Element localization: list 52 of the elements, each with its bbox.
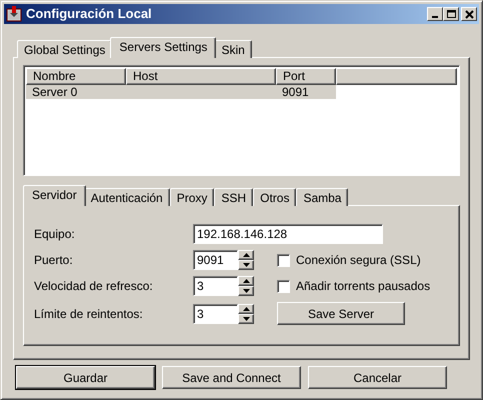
spin-down-button[interactable] bbox=[238, 314, 254, 324]
window-title: Configuración Local bbox=[26, 5, 153, 24]
column-header[interactable]: Host bbox=[126, 68, 276, 85]
field-label: Equipo: bbox=[34, 226, 76, 243]
maximize-icon bbox=[446, 10, 456, 18]
column-header[interactable]: Nombre bbox=[26, 68, 126, 85]
number-field[interactable]: 9091 bbox=[193, 250, 238, 270]
spin-down-button[interactable] bbox=[238, 286, 254, 296]
number-field[interactable]: 3 bbox=[193, 304, 238, 324]
down-arrow-icon bbox=[242, 263, 250, 267]
checkbox-label: Añadir torrents pausados bbox=[296, 278, 430, 295]
minimize-icon bbox=[432, 16, 438, 18]
close-button[interactable] bbox=[461, 7, 477, 21]
dialog-button[interactable]: Guardar bbox=[16, 366, 155, 389]
spin-up-button[interactable] bbox=[238, 250, 254, 260]
up-arrow-icon bbox=[242, 279, 250, 283]
checkbox[interactable] bbox=[277, 280, 290, 292]
checkbox[interactable] bbox=[277, 254, 290, 266]
tab[interactable]: Otros bbox=[253, 188, 296, 206]
tab[interactable]: Autenticación bbox=[84, 188, 170, 206]
app-icon bbox=[6, 6, 22, 22]
close-icon bbox=[464, 10, 474, 18]
field-label: Puerto: bbox=[34, 252, 74, 269]
down-arrow-icon bbox=[242, 289, 250, 293]
down-arrow-icon bbox=[242, 316, 250, 320]
save-server-button[interactable]: Save Server bbox=[277, 302, 405, 325]
spin-up-button[interactable] bbox=[238, 276, 254, 286]
field-label: Velocidad de refresco: bbox=[34, 278, 154, 295]
dialog-button[interactable]: Cancelar bbox=[308, 366, 447, 389]
dialog-button[interactable]: Save and Connect bbox=[162, 366, 301, 389]
spin-up-button[interactable] bbox=[238, 304, 254, 314]
column-header[interactable] bbox=[336, 68, 457, 85]
maximize-button[interactable] bbox=[443, 7, 459, 21]
number-field[interactable]: 3 bbox=[193, 276, 238, 296]
table-cell: 9091 bbox=[276, 85, 336, 99]
tab[interactable]: Samba bbox=[296, 188, 348, 206]
table-cell: Server 0 bbox=[26, 85, 126, 99]
tab[interactable]: SSH bbox=[214, 188, 254, 206]
minimize-button[interactable] bbox=[427, 7, 443, 21]
spin-down-button[interactable] bbox=[238, 260, 254, 270]
list-row[interactable]: Server 0 9091 bbox=[26, 85, 457, 99]
checkbox-label: Conexión segura (SSL) bbox=[296, 252, 421, 269]
up-arrow-icon bbox=[242, 253, 250, 257]
up-arrow-icon bbox=[242, 306, 250, 310]
host-field[interactable]: 192.168.146.128 bbox=[193, 224, 383, 244]
tab[interactable]: Global Settings bbox=[17, 40, 112, 58]
column-header[interactable]: Port bbox=[276, 68, 336, 85]
tab[interactable]: Servidor bbox=[23, 185, 86, 206]
tab[interactable]: Servers Settings bbox=[110, 37, 216, 58]
field-label: Límite de reintentos: bbox=[34, 306, 144, 322]
tab[interactable]: Skin bbox=[214, 40, 252, 58]
tab[interactable]: Proxy bbox=[170, 188, 214, 206]
